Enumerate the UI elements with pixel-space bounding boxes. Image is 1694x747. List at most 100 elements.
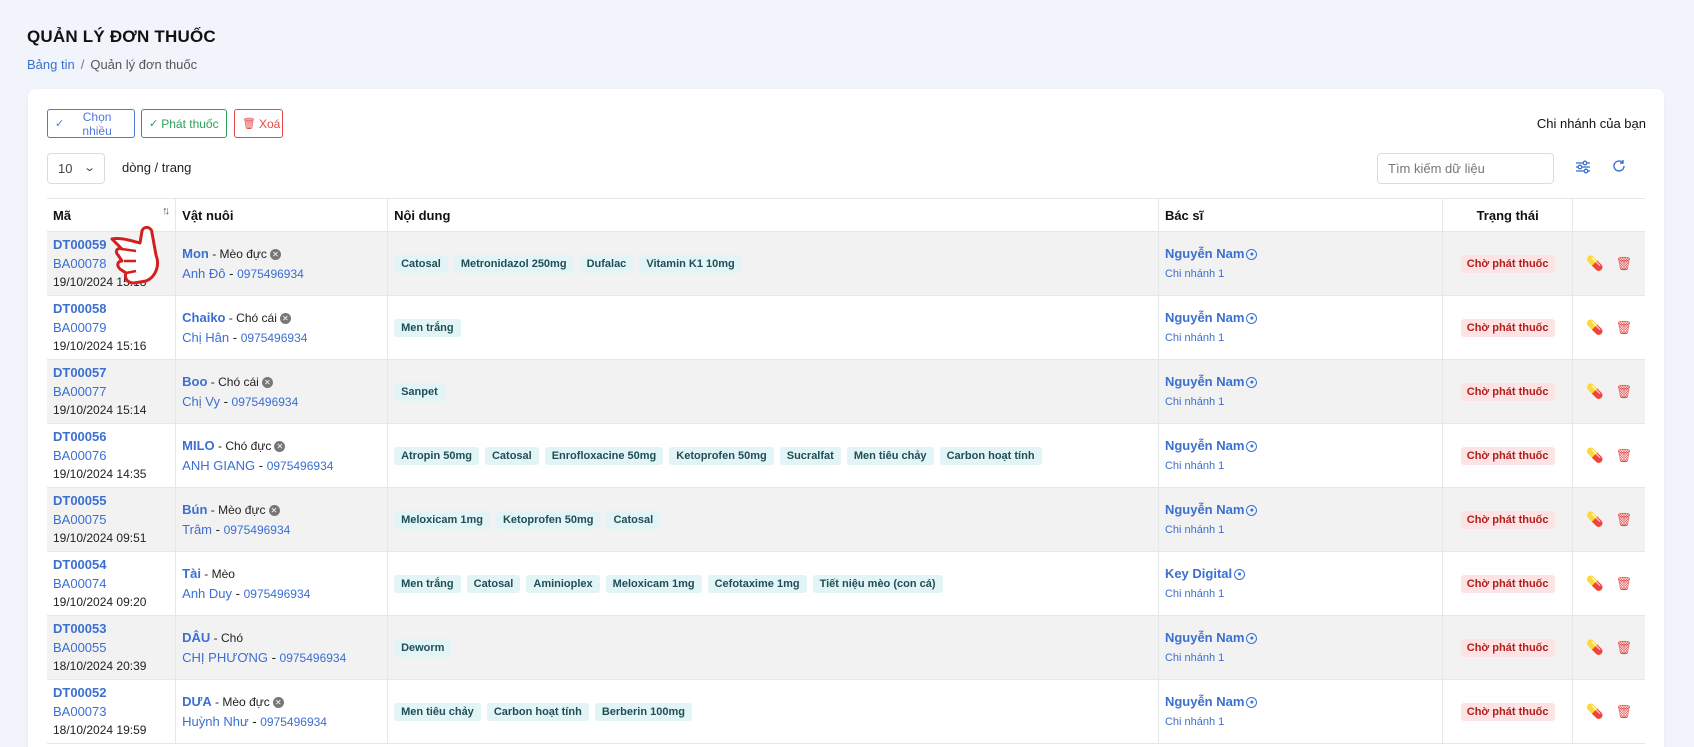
dispense-pill-icon[interactable]: 💊 — [1586, 383, 1603, 400]
record-code-link[interactable]: BA00076 — [53, 446, 169, 465]
pet-info: Mèo đực — [219, 246, 267, 261]
table-row[interactable]: DT00058 BA00079 19/10/2024 15:16 Chaiko … — [47, 295, 1645, 360]
medicine-tag: Deworm — [394, 638, 452, 657]
table-row[interactable]: DT00059 BA00078 19/10/2024 15:18 Mon - M… — [47, 231, 1645, 296]
status-badge: Chờ phát thuốc — [1460, 318, 1555, 337]
column-header-code[interactable]: Mã ↑↓ — [47, 198, 177, 232]
owner-phone-link[interactable]: 0975496934 — [237, 267, 304, 281]
prescription-code-link[interactable]: DT00057 — [53, 364, 169, 382]
doctor-name-link[interactable]: Nguyễn Nam — [1165, 502, 1244, 517]
medicine-tag: Dufalac — [579, 254, 634, 273]
prescription-code-link[interactable]: DT00052 — [53, 684, 169, 702]
doctor-name-link[interactable]: Nguyễn Nam — [1165, 694, 1244, 709]
dispense-pill-icon[interactable]: 💊 — [1586, 575, 1603, 592]
owner-phone-link[interactable]: 0975496934 — [241, 331, 308, 345]
owner-phone-link[interactable]: 0975496934 — [267, 459, 334, 473]
record-code-link[interactable]: BA00055 — [53, 638, 169, 657]
pet-name-link[interactable]: Boo — [182, 374, 207, 389]
owner-name-link[interactable]: Trâm — [182, 522, 212, 537]
prescription-code-link[interactable]: DT00056 — [53, 428, 169, 446]
page-size-select[interactable]: 10 ⌄ — [47, 153, 105, 184]
owner-name-link[interactable]: CHỊ PHƯƠNG — [182, 650, 268, 665]
record-code-link[interactable]: BA00073 — [53, 702, 169, 721]
pet-cell: DƯA - Mèo đực ✕ Huỳnh Như - 0975496934 — [175, 679, 389, 744]
actions-cell: 💊 🗑 — [1572, 295, 1645, 360]
created-date: 18/10/2024 19:59 — [53, 722, 147, 737]
prescription-code-link[interactable]: DT00058 — [53, 300, 169, 318]
doctor-name-link[interactable]: Nguyễn Nam — [1165, 374, 1244, 389]
record-code-link[interactable]: BA00075 — [53, 510, 169, 529]
owner-name-link[interactable]: Anh Đô — [182, 266, 225, 281]
owner-name-link[interactable]: Chị Hân — [182, 330, 229, 345]
delete-row-icon[interactable]: 🗑 — [1615, 448, 1632, 464]
pet-cell: Boo - Chó cái ✕ Chị Vy - 0975496934 — [175, 359, 389, 424]
owner-phone-link[interactable]: 0975496934 — [232, 395, 299, 409]
medicine-tag: Vitamin K1 10mg — [639, 254, 742, 273]
pet-name-link[interactable]: MILO — [182, 438, 215, 453]
delete-row-icon[interactable]: 🗑 — [1615, 512, 1632, 528]
sort-icon[interactable]: ↑↓ — [162, 205, 170, 217]
refresh-icon[interactable] — [1610, 159, 1628, 177]
owner-phone-link[interactable]: 0975496934 — [260, 715, 327, 729]
breadcrumb-home-link[interactable]: Bảng tin — [27, 57, 75, 72]
branch-label[interactable]: Chi nhánh của bạn — [1537, 116, 1646, 131]
owner-name-link[interactable]: Huỳnh Như — [182, 714, 249, 729]
table-row[interactable]: DT00053 BA00055 18/10/2024 20:39 DÂU - C… — [47, 615, 1645, 680]
prescription-code-link[interactable]: DT00055 — [53, 492, 169, 510]
table-row[interactable]: DT00052 BA00073 18/10/2024 19:59 DƯA - M… — [47, 679, 1645, 744]
record-code-link[interactable]: BA00074 — [53, 574, 169, 593]
doctor-name-link[interactable]: Nguyễn Nam — [1165, 630, 1244, 645]
dispense-pill-icon[interactable]: 💊 — [1586, 511, 1603, 528]
pet-name-link[interactable]: DƯA — [182, 694, 212, 709]
record-code-link[interactable]: BA00079 — [53, 318, 169, 337]
pet-name-link[interactable]: DÂU — [182, 630, 210, 645]
pet-name-link[interactable]: Mon — [182, 246, 209, 261]
dispense-pill-icon[interactable]: 💊 — [1586, 639, 1603, 656]
doctor-name-link[interactable]: Nguyễn Nam — [1165, 310, 1244, 325]
created-date: 19/10/2024 15:14 — [53, 402, 147, 417]
table-row[interactable]: DT00057 BA00077 19/10/2024 15:14 Boo - C… — [47, 359, 1645, 424]
content-cell: Meloxicam 1mg Ketoprofen 50mg Catosal — [387, 487, 1159, 552]
prescription-code-link[interactable]: DT00054 — [53, 556, 169, 574]
owner-name-link[interactable]: Anh Duy — [182, 586, 232, 601]
dispense-pill-icon[interactable]: 💊 — [1586, 703, 1603, 720]
owner-name-link[interactable]: ANH GIANG — [182, 458, 255, 473]
owner-phone-link[interactable]: 0975496934 — [280, 651, 347, 665]
medicine-tag: Enrofloxacine 50mg — [544, 446, 664, 465]
branch-name: Chi nhánh 1 — [1164, 523, 1225, 536]
table-row[interactable]: DT00056 BA00076 19/10/2024 14:35 MILO - … — [47, 423, 1645, 488]
delete-row-icon[interactable]: 🗑 — [1615, 576, 1632, 592]
record-code-link[interactable]: BA00077 — [53, 382, 169, 401]
pet-name-link[interactable]: Chaiko — [182, 310, 225, 325]
delete-button[interactable]: 🗑 Xoá — [234, 109, 283, 138]
pet-name-link[interactable]: Tài — [182, 566, 201, 581]
prescription-code-link[interactable]: DT00053 — [53, 620, 169, 638]
table-row[interactable]: DT00054 BA00074 19/10/2024 09:20 Tài - M… — [47, 551, 1645, 616]
doctor-name-link[interactable]: Nguyễn Nam — [1165, 246, 1244, 261]
branch-name: Chi nhánh 1 — [1164, 651, 1225, 664]
breadcrumb-current: Quản lý đơn thuốc — [90, 57, 198, 72]
check-icon: ✓ — [149, 118, 159, 130]
owner-phone-link[interactable]: 0975496934 — [244, 587, 311, 601]
delete-row-icon[interactable]: 🗑 — [1615, 256, 1632, 272]
delete-row-icon[interactable]: 🗑 — [1615, 384, 1632, 400]
delete-row-icon[interactable]: 🗑 — [1615, 320, 1632, 336]
prescription-code-link[interactable]: DT00059 — [53, 236, 169, 254]
doctor-name-link[interactable]: Key Digital — [1165, 566, 1232, 581]
dispense-pill-icon[interactable]: 💊 — [1586, 319, 1603, 336]
sliders-icon[interactable] — [1574, 159, 1592, 177]
owner-name-link[interactable]: Chị Vy — [182, 394, 220, 409]
dispense-pill-icon[interactable]: 💊 — [1586, 255, 1603, 272]
delete-row-icon[interactable]: 🗑 — [1615, 704, 1632, 720]
table-row[interactable]: DT00055 BA00075 19/10/2024 09:51 Bún - M… — [47, 487, 1645, 552]
pet-name-link[interactable]: Bún — [182, 502, 207, 517]
owner-phone-link[interactable]: 0975496934 — [224, 523, 291, 537]
dispense-button[interactable]: ✓ Phát thuốc — [141, 109, 227, 138]
search-input[interactable] — [1377, 153, 1554, 184]
record-code-link[interactable]: BA00078 — [53, 254, 169, 273]
medicine-tag: Atropin 50mg — [394, 446, 479, 465]
dispense-pill-icon[interactable]: 💊 — [1586, 447, 1603, 464]
multi-select-button[interactable]: ✓ Chọn nhiều — [47, 109, 135, 138]
doctor-name-link[interactable]: Nguyễn Nam — [1165, 438, 1244, 453]
delete-row-icon[interactable]: 🗑 — [1615, 640, 1632, 656]
